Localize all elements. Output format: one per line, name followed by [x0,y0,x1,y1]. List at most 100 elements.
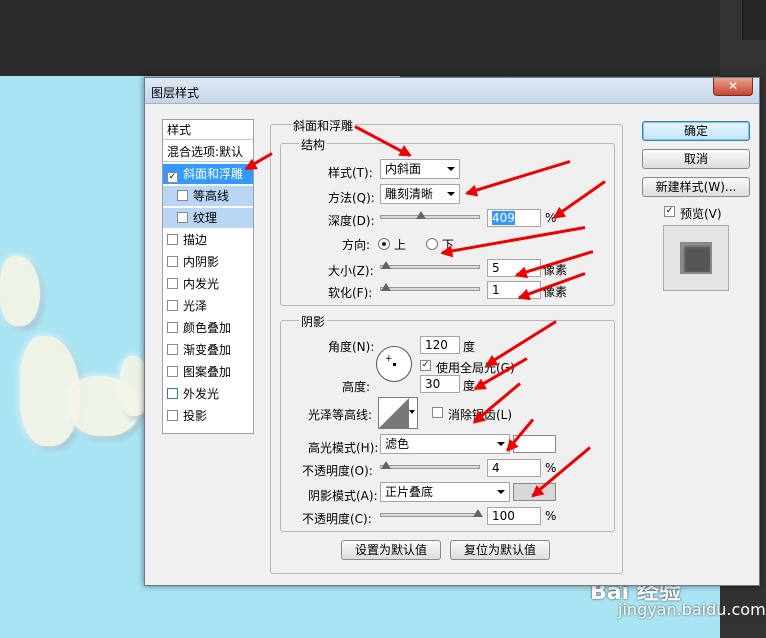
shadow-mode-dropdown[interactable]: 正片叠底 [380,482,510,502]
style-item-label: 纹理 [193,211,218,225]
workspace-top-bar [0,0,766,76]
crosshair-icon: + [385,354,393,364]
style-item-label: 外发光 [183,387,220,401]
style-item-inner-glow[interactable]: 内发光 [163,274,253,294]
style-item-drop-shadow[interactable]: 投影 [163,406,253,426]
shadow-mode-value: 正片叠底 [385,485,434,499]
shadow-opacity-input[interactable]: 100 [487,507,541,525]
technique-label: 方法(Q): [328,191,375,205]
style-item-gradient-overlay[interactable]: 渐变叠加 [163,340,253,360]
stroke-checkbox[interactable] [167,234,178,245]
blending-options-item[interactable]: 混合选项:默认 [163,142,253,162]
dialog-title: 图层样式 [151,86,200,100]
set-default-button[interactable]: 设置为默认值 [341,540,441,560]
satin-checkbox[interactable] [167,300,178,311]
depth-label: 深度(D): [328,214,375,228]
angle-input[interactable]: 120 [420,336,460,354]
style-preview-thumbnail [663,225,729,291]
canvas-embossed-text [0,256,40,326]
new-style-button[interactable]: 新建样式(W)... [642,177,750,197]
bevel-checkbox[interactable] [167,172,178,183]
angle-unit: 度 [463,340,476,354]
slider-thumb[interactable] [473,509,483,517]
bevel-group-title: 斜面和浮雕 [291,117,356,134]
chevron-down-icon [447,192,455,196]
slider-thumb[interactable] [416,211,426,219]
global-light-checkbox[interactable] [420,360,431,371]
altitude-value: 30 [425,377,441,391]
anti-alias-checkbox[interactable] [432,407,443,418]
style-item-inner-shadow[interactable]: 内阴影 [163,252,253,272]
structure-title: 结构 [299,136,328,153]
style-item-label: 内阴影 [183,255,220,269]
ok-button[interactable]: 确定 [642,121,750,141]
direction-down-radio[interactable] [426,238,438,250]
style-item-label: 投影 [183,409,208,423]
size-value: 5 [492,261,500,275]
chevron-down-icon [497,490,505,494]
direction-label: 方向: [342,238,371,252]
direction-up-radio[interactable] [378,238,390,250]
preview-checkbox[interactable] [664,206,675,217]
inner-glow-checkbox[interactable] [167,278,178,289]
shadow-opacity-slider[interactable] [380,509,483,517]
texture-checkbox[interactable] [177,212,188,223]
contour-checkbox[interactable] [177,190,188,201]
highlight-mode-label: 高光模式(H): [308,441,379,455]
style-item-label: 光泽 [183,299,208,313]
highlight-mode-dropdown[interactable]: 滤色 [380,434,510,454]
style-item-outer-glow[interactable]: 外发光 [163,384,253,404]
outer-glow-checkbox[interactable] [167,388,178,399]
highlight-opacity-slider[interactable] [380,461,480,469]
bevel-style-dropdown[interactable]: 内斜面 [380,159,460,179]
slider-thumb[interactable] [381,461,391,469]
watermark-url: jingyan.baidu.com [618,600,766,619]
style-list: 样式 混合选项:默认 斜面和浮雕 等高线 纹理 描边 内阴影 内发光 光泽 颜色… [162,119,254,434]
reset-default-button[interactable]: 复位为默认值 [450,540,550,560]
altitude-input[interactable]: 30 [420,375,460,393]
color-overlay-checkbox[interactable] [167,322,178,333]
size-label: 大小(Z): [328,264,374,278]
altitude-label: 高度: [342,380,371,394]
style-list-header[interactable]: 样式 [163,120,253,140]
style-label: 样式(T): [328,166,373,180]
style-item-label: 等高线 [193,189,230,203]
drop-shadow-checkbox[interactable] [167,410,178,421]
style-item-contour[interactable]: 等高线 [163,186,253,206]
style-item-bevel[interactable]: 斜面和浮雕 [163,164,253,184]
slider-thumb[interactable] [381,261,391,269]
size-slider[interactable] [380,261,480,269]
style-item-stroke[interactable]: 描边 [163,230,253,250]
depth-input[interactable]: 409 [487,209,541,227]
close-button[interactable]: ✕ [713,78,753,96]
direction-up-label: 上 [394,238,407,252]
depth-value: 409 [492,211,515,225]
highlight-opacity-unit: % [545,461,557,475]
technique-value: 雕刻清晰 [385,187,434,201]
technique-dropdown[interactable]: 雕刻清晰 [380,184,460,204]
soften-slider[interactable] [380,283,480,291]
gloss-contour-picker[interactable] [378,397,418,429]
style-item-pattern-overlay[interactable]: 图案叠加 [163,362,253,382]
highlight-opacity-value: 4 [492,461,500,475]
shadow-opacity-value: 100 [492,509,515,523]
style-item-satin[interactable]: 光泽 [163,296,253,316]
style-item-color-overlay[interactable]: 颜色叠加 [163,318,253,338]
pattern-overlay-checkbox[interactable] [167,366,178,377]
slider-thumb[interactable] [381,283,391,291]
shadow-mode-label: 阴影模式(A): [308,489,378,503]
style-item-texture[interactable]: 纹理 [163,208,253,228]
cancel-button[interactable]: 取消 [642,149,750,169]
inner-shadow-checkbox[interactable] [167,256,178,267]
gradient-overlay-checkbox[interactable] [167,344,178,355]
style-item-label: 内发光 [183,277,220,291]
dialog-titlebar[interactable]: 图层样式 ✕ [145,78,759,104]
depth-slider[interactable] [380,211,480,219]
shading-title: 阴影 [299,313,328,330]
angle-value: 120 [425,338,448,352]
preview-swatch [680,242,712,274]
chevron-down-icon [447,167,455,171]
style-item-label: 斜面和浮雕 [183,167,244,181]
highlight-opacity-input[interactable]: 4 [487,459,541,477]
angle-dial[interactable]: + [376,346,412,382]
